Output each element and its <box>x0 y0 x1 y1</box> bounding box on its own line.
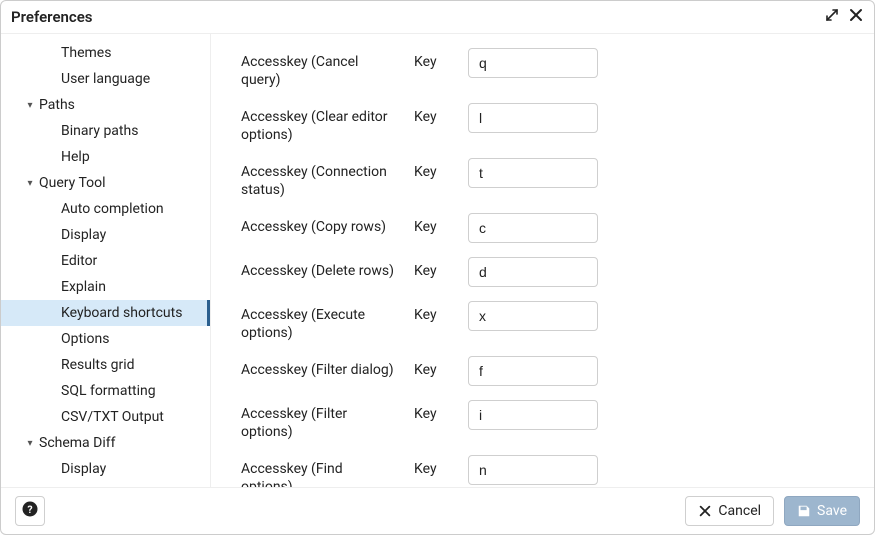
setting-label: Accesskey (Filter dialog) <box>241 356 396 380</box>
setting-label: Accesskey (Find options) <box>241 455 396 487</box>
setting-label: Accesskey (Execute options) <box>241 301 396 342</box>
tree-item-results-grid[interactable]: Results grid <box>1 352 210 378</box>
dialog-title: Preferences <box>11 8 93 26</box>
close-icon[interactable] <box>848 7 864 27</box>
save-icon <box>797 504 811 518</box>
setting-row: Accesskey (Find options) Key <box>241 455 852 487</box>
settings-panel[interactable]: Accesskey (Cancel query)KeyAccesskey (Cl… <box>211 34 874 487</box>
setting-row: Accesskey (Filter options) Key <box>241 400 852 441</box>
setting-label: Accesskey (Delete rows) <box>241 257 396 281</box>
accesskey-execute-options-input[interactable] <box>468 301 598 331</box>
tree-item-user-language[interactable]: User language <box>1 66 210 92</box>
tree-item-label: Schema Diff <box>39 435 115 451</box>
key-label: Key <box>414 213 450 235</box>
accesskey-delete-rows-input[interactable] <box>468 257 598 287</box>
accesskey-find-options-input[interactable] <box>468 455 598 485</box>
cancel-button[interactable]: Cancel <box>685 496 774 526</box>
save-button[interactable]: Save <box>784 496 860 526</box>
tree-item-sql-formatting[interactable]: SQL formatting <box>1 378 210 404</box>
tree-item-themes[interactable]: Themes <box>1 40 210 66</box>
tree-item-csv-txt-output[interactable]: CSV/TXT Output <box>1 404 210 430</box>
accesskey-filter-dialog-input[interactable] <box>468 356 598 386</box>
tree-item-label: Display <box>61 227 106 243</box>
tree-item-explain[interactable]: Explain <box>1 274 210 300</box>
setting-label: Accesskey (Clear editor options) <box>241 103 396 144</box>
setting-row: Accesskey (Filter dialog) Key <box>241 356 852 386</box>
key-label: Key <box>414 103 450 125</box>
setting-label: Accesskey (Cancel query) <box>241 48 396 89</box>
tree-item-query-tool[interactable]: ▾Query Tool <box>1 170 210 196</box>
help-icon: ? <box>21 500 39 522</box>
setting-label: Accesskey (Filter options) <box>241 400 396 441</box>
tree-item-label: Help <box>61 149 90 165</box>
tree-item-label: Paths <box>39 97 75 113</box>
preference-tree: ThemesUser language▾PathsBinary pathsHel… <box>1 40 210 487</box>
accesskey-clear-editor-options-input[interactable] <box>468 103 598 133</box>
tree-item-qt-display[interactable]: Display <box>1 222 210 248</box>
key-label: Key <box>414 257 450 279</box>
tree-item-qt-options[interactable]: Options <box>1 326 210 352</box>
tree-item-label: Binary paths <box>61 123 138 139</box>
titlebar: Preferences <box>1 1 874 34</box>
tree-item-binary-paths[interactable]: Binary paths <box>1 118 210 144</box>
accesskey-cancel-query-input[interactable] <box>468 48 598 78</box>
sidebar[interactable]: ThemesUser language▾PathsBinary pathsHel… <box>1 34 211 487</box>
save-button-label: Save <box>817 503 847 519</box>
tree-item-paths[interactable]: ▾Paths <box>1 92 210 118</box>
tree-item-label: Options <box>61 331 109 347</box>
expand-icon[interactable] <box>824 7 840 27</box>
setting-row: Accesskey (Delete rows) Key <box>241 257 852 287</box>
accesskey-connection-status-input[interactable] <box>468 158 598 188</box>
tree-item-schema-diff[interactable]: ▾Schema Diff <box>1 430 210 456</box>
tree-item-label: Query Tool <box>39 175 106 191</box>
tree-item-label: Display <box>61 461 106 477</box>
setting-row: Accesskey (Copy rows) Key <box>241 213 852 243</box>
tree-item-label: Results grid <box>61 357 135 373</box>
key-label: Key <box>414 158 450 180</box>
setting-row: Accesskey (Connection status) Key <box>241 158 852 199</box>
svg-text:?: ? <box>27 503 32 516</box>
window-controls <box>824 7 864 27</box>
tree-item-label: Editor <box>61 253 97 269</box>
setting-row: Accesskey (Cancel query) Key <box>241 48 852 89</box>
setting-label: Accesskey (Copy rows) <box>241 213 396 237</box>
key-label: Key <box>414 455 450 477</box>
chevron-down-icon: ▾ <box>23 100 37 111</box>
chevron-down-icon: ▾ <box>23 178 37 189</box>
key-label: Key <box>414 301 450 323</box>
key-label: Key <box>414 400 450 422</box>
tree-item-label: Themes <box>61 45 111 61</box>
key-label: Key <box>414 48 450 70</box>
tree-item-keyboard-shortcuts[interactable]: Keyboard shortcuts <box>1 300 210 326</box>
key-label: Key <box>414 356 450 378</box>
accesskey-filter-options-input[interactable] <box>468 400 598 430</box>
tree-item-editor[interactable]: Editor <box>1 248 210 274</box>
setting-row: Accesskey (Clear editor options) Key <box>241 103 852 144</box>
setting-label: Accesskey (Connection status) <box>241 158 396 199</box>
cancel-button-label: Cancel <box>718 503 761 519</box>
tree-item-label: Explain <box>61 279 106 295</box>
accesskey-copy-rows-input[interactable] <box>468 213 598 243</box>
tree-item-storage[interactable]: ▾Storage <box>1 482 210 487</box>
tree-item-label: User language <box>61 71 150 87</box>
dialog-body: ThemesUser language▾PathsBinary pathsHel… <box>1 34 874 487</box>
tree-item-sd-display[interactable]: Display <box>1 456 210 482</box>
tree-item-label: CSV/TXT Output <box>61 409 164 425</box>
help-button[interactable]: ? <box>15 496 45 526</box>
tree-item-auto-completion[interactable]: Auto completion <box>1 196 210 222</box>
chevron-down-icon: ▾ <box>23 438 37 449</box>
tree-item-label: SQL formatting <box>61 383 156 399</box>
footer: ? Cancel Save <box>1 487 874 534</box>
tree-item-label: Keyboard shortcuts <box>61 305 182 321</box>
close-icon <box>698 504 712 518</box>
footer-buttons: Cancel Save <box>685 496 860 526</box>
tree-item-help[interactable]: Help <box>1 144 210 170</box>
preferences-dialog: Preferences ThemesUser language▾PathsBin… <box>0 0 875 535</box>
setting-row: Accesskey (Execute options) Key <box>241 301 852 342</box>
tree-item-label: Auto completion <box>61 201 164 217</box>
